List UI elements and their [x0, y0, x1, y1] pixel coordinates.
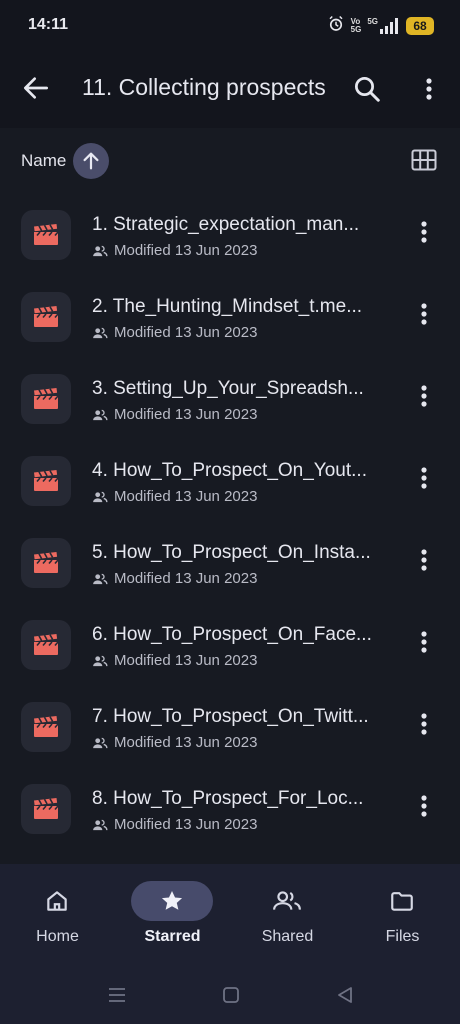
file-browser: Name 1. Strategic_expectation_man... Mod…: [0, 128, 460, 864]
file-row[interactable]: 8. How_To_Prospect_For_Loc... Modified 1…: [0, 764, 460, 846]
video-file-icon: [21, 620, 71, 670]
home-square-icon[interactable]: [222, 986, 240, 1009]
shared-people-icon: [246, 881, 328, 921]
file-modified-date: Modified 13 Jun 2023: [114, 652, 258, 669]
sort-label[interactable]: Name: [21, 151, 66, 171]
video-file-icon: [21, 210, 71, 260]
file-row[interactable]: 7. How_To_Prospect_On_Twitt... Modified …: [0, 682, 460, 764]
file-modified-date: Modified 13 Jun 2023: [114, 488, 258, 505]
file-meta: Modified 13 Jun 2023: [92, 488, 257, 505]
file-meta: Modified 13 Jun 2023: [92, 406, 257, 423]
file-row[interactable]: 1. Strategic_expectation_man... Modified…: [0, 190, 460, 272]
sort-direction-button[interactable]: [73, 143, 109, 179]
recents-menu-icon[interactable]: [107, 986, 127, 1009]
battery-indicator: 68: [406, 17, 434, 35]
video-file-icon: [21, 702, 71, 752]
file-name: 5. How_To_Prospect_On_Insta...: [92, 542, 371, 563]
file-row[interactable]: 2. The_Hunting_Mindset_t.me... Modified …: [0, 272, 460, 354]
file-name: 7. How_To_Prospect_On_Twitt...: [92, 706, 369, 727]
file-list: 1. Strategic_expectation_man... Modified…: [0, 190, 460, 846]
grid-view-icon[interactable]: [411, 149, 437, 171]
arrow-up-icon: [83, 152, 99, 170]
file-row[interactable]: 3. Setting_Up_Your_Spreadsh... Modified …: [0, 354, 460, 436]
alarm-icon: [327, 15, 345, 38]
folder-icon: [361, 881, 443, 921]
file-name: 8. How_To_Prospect_For_Loc...: [92, 788, 364, 809]
nav-starred[interactable]: Starred: [115, 864, 230, 964]
nav-files-label: Files: [385, 928, 420, 945]
star-icon: [131, 881, 213, 921]
nav-starred-label: Starred: [144, 928, 201, 945]
more-vert-icon[interactable]: [412, 380, 436, 412]
nav-shared-label: Shared: [261, 928, 314, 945]
video-file-icon: [21, 292, 71, 342]
top-app-bar: 11. Collecting prospects: [0, 52, 460, 128]
status-bar: 14:11 Vo 5G 5G 68: [0, 0, 460, 52]
bottom-navigation: Home Starred Shared Files: [0, 864, 460, 964]
nav-shared[interactable]: Shared: [230, 864, 345, 964]
video-file-icon: [21, 374, 71, 424]
more-vert-icon[interactable]: [412, 708, 436, 740]
file-modified-date: Modified 13 Jun 2023: [114, 324, 258, 341]
shared-people-icon: [93, 737, 108, 748]
file-meta: Modified 13 Jun 2023: [92, 570, 257, 587]
file-name: 3. Setting_Up_Your_Spreadsh...: [92, 378, 364, 399]
back-arrow-icon[interactable]: [20, 72, 52, 104]
home-icon: [16, 881, 98, 921]
file-row[interactable]: 6. How_To_Prospect_On_Face... Modified 1…: [0, 600, 460, 682]
file-meta: Modified 13 Jun 2023: [92, 816, 257, 833]
nav-files[interactable]: Files: [345, 864, 460, 964]
shared-people-icon: [93, 245, 108, 256]
more-vert-icon[interactable]: [412, 790, 436, 822]
file-row[interactable]: 5. How_To_Prospect_On_Insta... Modified …: [0, 518, 460, 600]
video-file-icon: [21, 784, 71, 834]
file-modified-date: Modified 13 Jun 2023: [114, 242, 258, 259]
nav-home[interactable]: Home: [0, 864, 115, 964]
file-modified-date: Modified 13 Jun 2023: [114, 406, 258, 423]
shared-people-icon: [93, 573, 108, 584]
sort-bar: Name: [0, 128, 460, 190]
more-vert-icon[interactable]: [412, 626, 436, 658]
shared-people-icon: [93, 655, 108, 666]
more-vert-icon[interactable]: [412, 544, 436, 576]
network-type-label: 5G: [367, 17, 378, 26]
page-title: 11. Collecting prospects: [82, 74, 326, 100]
signal-icon: 5G: [367, 18, 400, 34]
file-meta: Modified 13 Jun 2023: [92, 734, 257, 751]
file-name: 1. Strategic_expectation_man...: [92, 214, 360, 235]
more-vert-icon[interactable]: [412, 462, 436, 494]
shared-people-icon: [93, 819, 108, 830]
shared-people-icon: [93, 409, 108, 420]
video-file-icon: [21, 538, 71, 588]
video-file-icon: [21, 456, 71, 506]
shared-people-icon: [93, 327, 108, 338]
file-name: 4. How_To_Prospect_On_Yout...: [92, 460, 367, 481]
file-modified-date: Modified 13 Jun 2023: [114, 570, 258, 587]
file-meta: Modified 13 Jun 2023: [92, 242, 257, 259]
nav-home-label: Home: [36, 928, 79, 945]
system-navigation-bar: [0, 964, 460, 1024]
file-meta: Modified 13 Jun 2023: [92, 652, 257, 669]
search-icon[interactable]: [352, 74, 382, 104]
more-vert-icon[interactable]: [412, 298, 436, 330]
file-name: 6. How_To_Prospect_On_Face...: [92, 624, 372, 645]
status-time: 14:11: [28, 16, 69, 33]
back-triangle-icon[interactable]: [336, 986, 354, 1009]
more-vert-icon[interactable]: [416, 74, 442, 104]
file-modified-date: Modified 13 Jun 2023: [114, 734, 258, 751]
file-row[interactable]: 4. How_To_Prospect_On_Yout... Modified 1…: [0, 436, 460, 518]
file-meta: Modified 13 Jun 2023: [92, 324, 257, 341]
more-vert-icon[interactable]: [412, 216, 436, 248]
shared-people-icon: [93, 491, 108, 502]
status-icons: Vo 5G 5G 68: [327, 15, 434, 37]
volte-icon: Vo 5G: [350, 17, 362, 34]
file-modified-date: Modified 13 Jun 2023: [114, 816, 258, 833]
file-name: 2. The_Hunting_Mindset_t.me...: [92, 296, 363, 317]
